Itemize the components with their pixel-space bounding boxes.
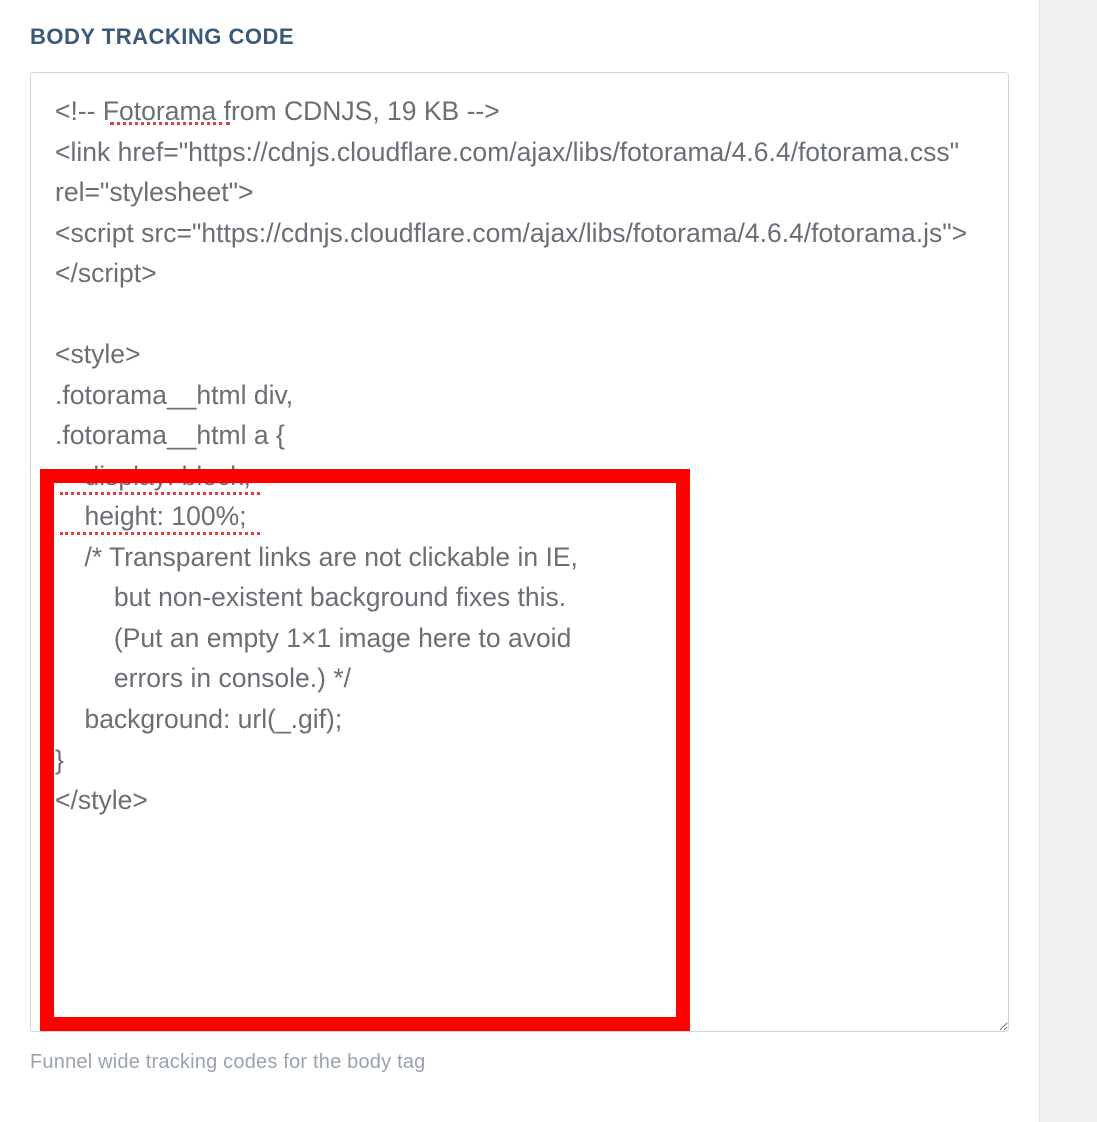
body-tracking-section: BODY TRACKING CODE Funnel wide tracking … xyxy=(0,0,1039,1094)
section-title: BODY TRACKING CODE xyxy=(30,24,1009,50)
body-tracking-code-textarea[interactable] xyxy=(30,72,1009,1032)
help-text: Funnel wide tracking codes for the body … xyxy=(30,1051,1009,1074)
right-gutter xyxy=(1040,0,1097,1122)
textarea-wrapper xyxy=(30,72,1009,1037)
main-panel: BODY TRACKING CODE Funnel wide tracking … xyxy=(0,0,1040,1122)
